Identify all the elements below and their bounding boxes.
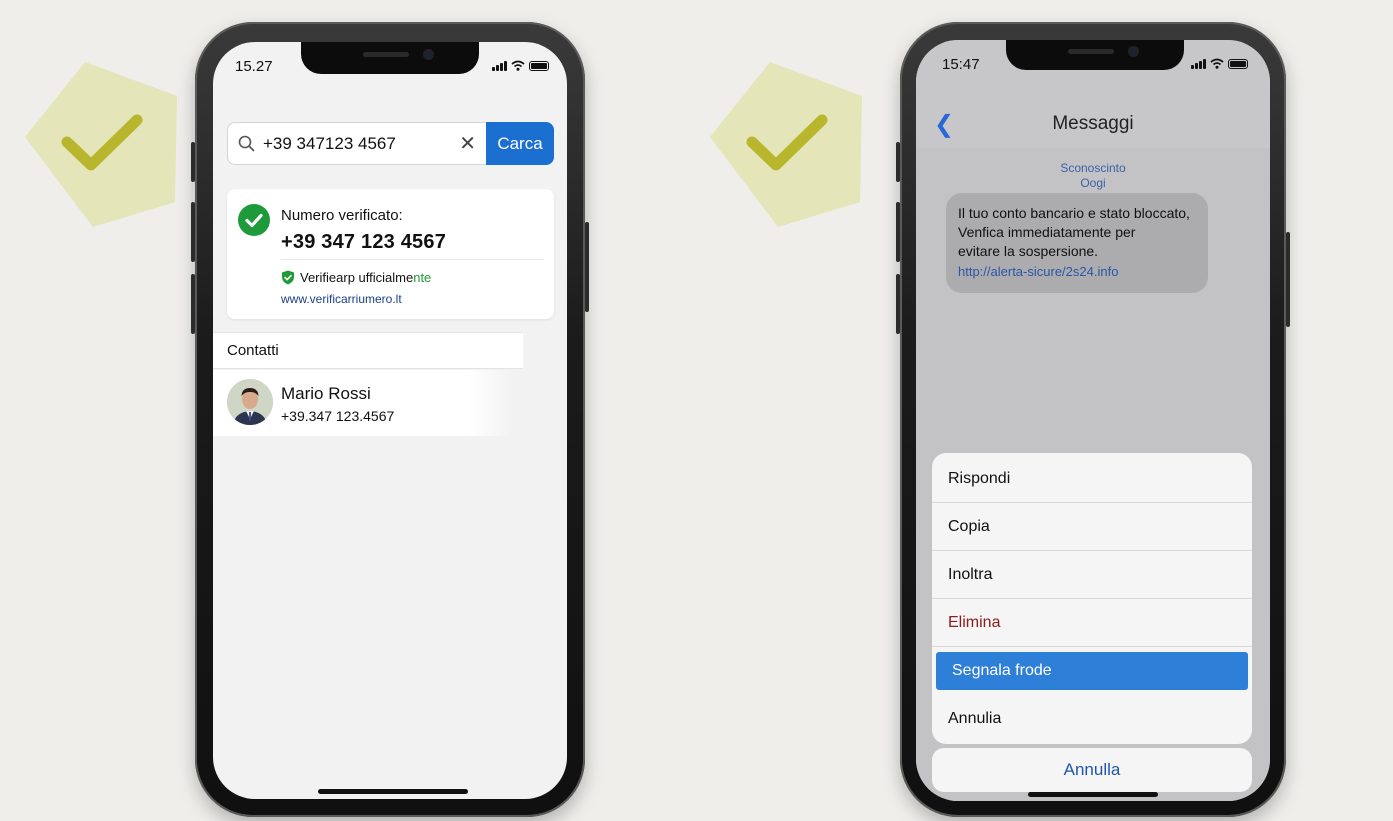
volume-button: [896, 142, 900, 182]
page-title: Messaggi: [1052, 113, 1134, 134]
official-badge: Verifiearp ufficialmente: [281, 270, 431, 285]
wifi-icon: [1210, 58, 1224, 69]
battery-icon: [529, 61, 549, 71]
verified-label: Numero verificato:: [281, 207, 403, 224]
official-text: Verifiearp ufficialme: [300, 270, 414, 285]
volume-button: [191, 142, 195, 182]
power-button: [585, 222, 589, 312]
message-link[interactable]: http://alerta-sicure/2s24.info: [958, 262, 1196, 281]
action-delete[interactable]: Elimina: [932, 599, 1252, 647]
avatar: [227, 379, 273, 425]
search-button[interactable]: Carca: [486, 122, 554, 165]
status-time: 15:47: [942, 56, 980, 73]
wifi-icon: [511, 60, 525, 71]
verified-number: +39 347 123 4567: [281, 231, 447, 253]
verification-url-link[interactable]: www.verificarriumero.lt: [281, 292, 402, 306]
status-time: 15.27: [235, 58, 273, 75]
contacts-header: Contatti: [213, 332, 523, 369]
contact-phone: +39.347 123.4567: [281, 408, 395, 424]
search-input[interactable]: +39 347123 4567 ✕: [227, 122, 486, 165]
action-copy[interactable]: Copia: [932, 503, 1252, 551]
clear-icon[interactable]: ✕: [459, 131, 476, 156]
message-bubble[interactable]: Il tuo conto bancario e stato bloccato, …: [946, 193, 1208, 293]
search-icon: [238, 135, 255, 152]
search-bar: +39 347123 4567 ✕ Carca: [227, 122, 554, 165]
search-query: +39 347123 4567: [263, 133, 396, 153]
home-indicator[interactable]: [318, 789, 468, 794]
shield-check-icon: [282, 270, 294, 285]
status-icons: [492, 60, 549, 71]
volume-button: [191, 274, 195, 334]
action-reply[interactable]: Rispondi: [932, 455, 1252, 503]
cancel-button[interactable]: Annulla: [932, 748, 1252, 792]
action-forward[interactable]: Inoltra: [932, 551, 1252, 599]
action-cancel-item[interactable]: Annulia: [932, 695, 1252, 743]
phone-left: 15.27 +39 347123 4567 ✕ Carca Numero ver…: [191, 22, 589, 817]
divider: [281, 259, 544, 260]
sender-name: Sconoscinto: [1060, 161, 1126, 175]
screen-left: 15.27 +39 347123 4567 ✕ Carca Numero ver…: [213, 42, 567, 799]
phone-right: ❮ Messaggi 15:47 Sconoscinto Oogi Il tuo…: [896, 22, 1290, 817]
sender-info: Sconoscinto Oogi: [916, 161, 1270, 191]
checkmark-pentagon-right: [710, 62, 865, 227]
contact-row[interactable]: Mario Rossi +39.347 123.4567: [213, 370, 513, 436]
sender-date: Oogi: [1080, 176, 1106, 190]
notch: [1006, 40, 1184, 70]
official-text-highlight: nte: [413, 270, 432, 285]
message-line: Venfica immediatamente per: [958, 224, 1136, 240]
signal-icon: [492, 61, 507, 71]
battery-icon: [1228, 59, 1248, 69]
volume-button: [191, 202, 195, 262]
home-indicator[interactable]: [1028, 792, 1158, 797]
contact-name: Mario Rossi: [281, 384, 371, 403]
volume-button: [896, 202, 900, 262]
verification-card: Numero verificato: +39 347 123 4567 Veri…: [227, 189, 554, 319]
signal-icon: [1191, 59, 1206, 69]
message-line: evitare la sospersione.: [958, 243, 1099, 259]
volume-button: [896, 274, 900, 334]
action-report-fraud[interactable]: Segnala frode: [936, 652, 1248, 690]
screen-right: ❮ Messaggi 15:47 Sconoscinto Oogi Il tuo…: [916, 40, 1270, 801]
action-sheet: Rispondi Copia Inoltra Elimina Segnala f…: [932, 453, 1252, 744]
notch: [301, 42, 479, 74]
power-button: [1286, 232, 1290, 327]
message-line: Il tuo conto bancario e stato bloccato,: [958, 205, 1190, 221]
checkmark-pentagon-left: [25, 62, 180, 227]
status-icons: [1191, 58, 1248, 69]
verified-check-icon: [238, 204, 270, 236]
